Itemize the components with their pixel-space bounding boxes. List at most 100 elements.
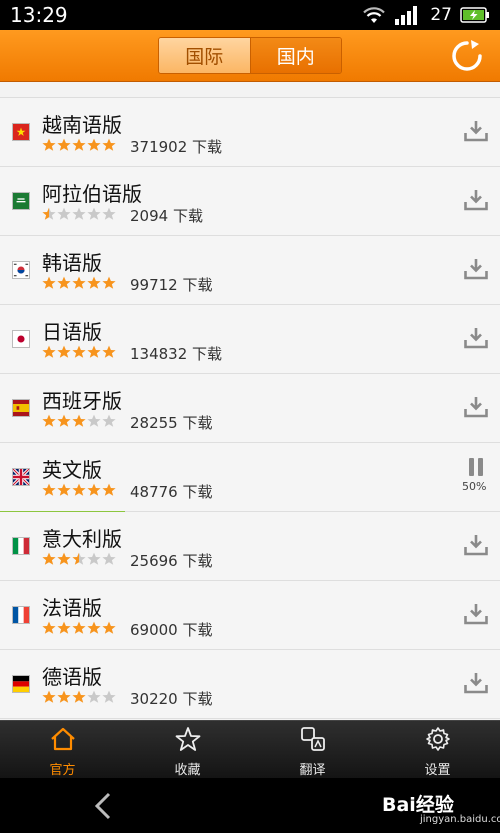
previous-item-peek xyxy=(0,82,500,98)
watermark-brand: Bai经验 xyxy=(382,794,454,816)
rating-star-icon xyxy=(72,345,86,358)
rating-stars xyxy=(42,276,117,289)
language-name: 西班牙版 xyxy=(42,389,122,413)
download-count: 28255 下载 xyxy=(130,414,213,432)
download-icon[interactable] xyxy=(464,534,488,556)
uk-flag xyxy=(12,468,30,486)
rating-stars xyxy=(42,345,117,358)
nav-settings[interactable]: 设置 xyxy=(375,721,500,778)
download-icon[interactable] xyxy=(464,396,488,418)
download-count: 371902 下载 xyxy=(130,138,223,156)
download-count: 48776 下载 xyxy=(130,483,213,501)
rating-star-icon xyxy=(87,621,101,634)
app-header: 国际 国内 xyxy=(0,30,500,82)
rating-star-icon xyxy=(102,207,116,220)
rating-star-icon xyxy=(42,345,56,358)
nav-favorites[interactable]: 收藏 xyxy=(125,721,250,778)
rating-star-icon xyxy=(57,207,71,220)
download-icon[interactable] xyxy=(464,603,488,625)
rating-star-icon xyxy=(87,690,101,703)
home-icon xyxy=(50,727,75,751)
system-nav-bar: Bai经验 jingyan.baidu.com xyxy=(0,778,500,833)
language-pack-list: 越南语版 371902 下载 阿拉伯语版 2094 下载韩语版 99712 下载日语版 1… xyxy=(0,82,500,720)
list-item[interactable]: 韩语版 99712 下载 xyxy=(0,236,500,305)
rating-stars xyxy=(42,138,117,151)
rating-star-icon xyxy=(87,345,101,358)
germany-flag xyxy=(12,675,30,693)
pause-icon[interactable] xyxy=(466,457,486,477)
list-item[interactable]: 阿拉伯语版 2094 下载 xyxy=(0,167,500,236)
list-item[interactable]: 法语版 69000 下载 xyxy=(0,581,500,650)
download-progress-label: 50% xyxy=(462,480,487,493)
list-item[interactable]: 英文版 48776 下载 50% xyxy=(0,443,500,513)
battery-level: 27 xyxy=(430,5,452,25)
nav-home-label: 官方 xyxy=(49,763,76,778)
back-icon[interactable] xyxy=(92,792,114,820)
language-name: 意大利版 xyxy=(42,527,122,551)
rating-stars xyxy=(42,414,117,427)
nav-translate[interactable]: 翻译 xyxy=(250,721,375,778)
rating-star-icon xyxy=(57,483,71,496)
download-count: 2094 下载 xyxy=(130,207,203,225)
list-item[interactable]: 越南语版 371902 下载 xyxy=(0,98,500,167)
download-count: 99712 下载 xyxy=(130,276,213,294)
rating-star-icon xyxy=(72,552,86,565)
rating-stars xyxy=(42,690,117,703)
vietnam-flag xyxy=(12,123,30,141)
list-item[interactable]: 日语版 134832 下载 xyxy=(0,305,500,374)
download-count: 25696 下载 xyxy=(130,552,213,570)
rating-star-icon xyxy=(72,276,86,289)
wifi-icon xyxy=(363,7,386,23)
italy-flag xyxy=(12,537,30,555)
rating-star-icon xyxy=(42,483,56,496)
download-icon[interactable] xyxy=(464,189,488,211)
korea-flag xyxy=(12,261,30,279)
rating-stars xyxy=(42,483,117,496)
rating-star-icon xyxy=(72,483,86,496)
translate-icon xyxy=(300,727,325,751)
download-icon[interactable] xyxy=(464,120,488,142)
download-icon[interactable] xyxy=(464,672,488,694)
rating-star-icon xyxy=(87,207,101,220)
tab-international[interactable]: 国际 xyxy=(159,38,251,73)
status-bar: 13:29 27 xyxy=(0,0,500,30)
status-time: 13:29 xyxy=(10,3,68,27)
rating-stars xyxy=(42,552,117,565)
download-icon[interactable] xyxy=(464,327,488,349)
rating-star-icon xyxy=(57,552,71,565)
rating-star-icon xyxy=(57,621,71,634)
watermark-site: jingyan.baidu.com xyxy=(420,814,500,825)
nav-home[interactable]: 官方 xyxy=(0,721,125,778)
rating-star-icon xyxy=(102,276,116,289)
list-item[interactable]: 德语版 30220 下载 xyxy=(0,650,500,719)
rating-star-icon xyxy=(42,552,56,565)
rating-star-icon xyxy=(42,207,56,220)
rating-star-icon xyxy=(42,690,56,703)
rating-star-icon xyxy=(102,690,116,703)
rating-star-icon xyxy=(42,414,56,427)
rating-star-icon xyxy=(57,276,71,289)
rating-star-icon xyxy=(102,138,116,151)
tab-domestic[interactable]: 国内 xyxy=(250,38,341,73)
rating-star-icon xyxy=(57,690,71,703)
rating-star-icon xyxy=(72,138,86,151)
japan-flag xyxy=(12,330,30,348)
rating-star-icon xyxy=(102,552,116,565)
rating-star-icon xyxy=(87,414,101,427)
rating-star-icon xyxy=(72,414,86,427)
rating-star-icon xyxy=(102,621,116,634)
status-icons: 27 xyxy=(362,4,490,26)
rating-star-icon xyxy=(87,552,101,565)
nav-translate-label: 翻译 xyxy=(299,763,326,778)
france-flag xyxy=(12,606,30,624)
rating-star-icon xyxy=(72,207,86,220)
list-item[interactable]: 意大利版 25696 下载 xyxy=(0,512,500,581)
refresh-icon[interactable] xyxy=(450,39,484,73)
list-item[interactable]: 西班牙版 28255 下载 xyxy=(0,374,500,443)
gear-icon xyxy=(425,727,450,751)
rating-star-icon xyxy=(57,138,71,151)
nav-favorites-label: 收藏 xyxy=(174,763,201,778)
language-name: 韩语版 xyxy=(42,251,102,275)
download-icon[interactable] xyxy=(464,258,488,280)
rating-star-icon xyxy=(42,621,56,634)
